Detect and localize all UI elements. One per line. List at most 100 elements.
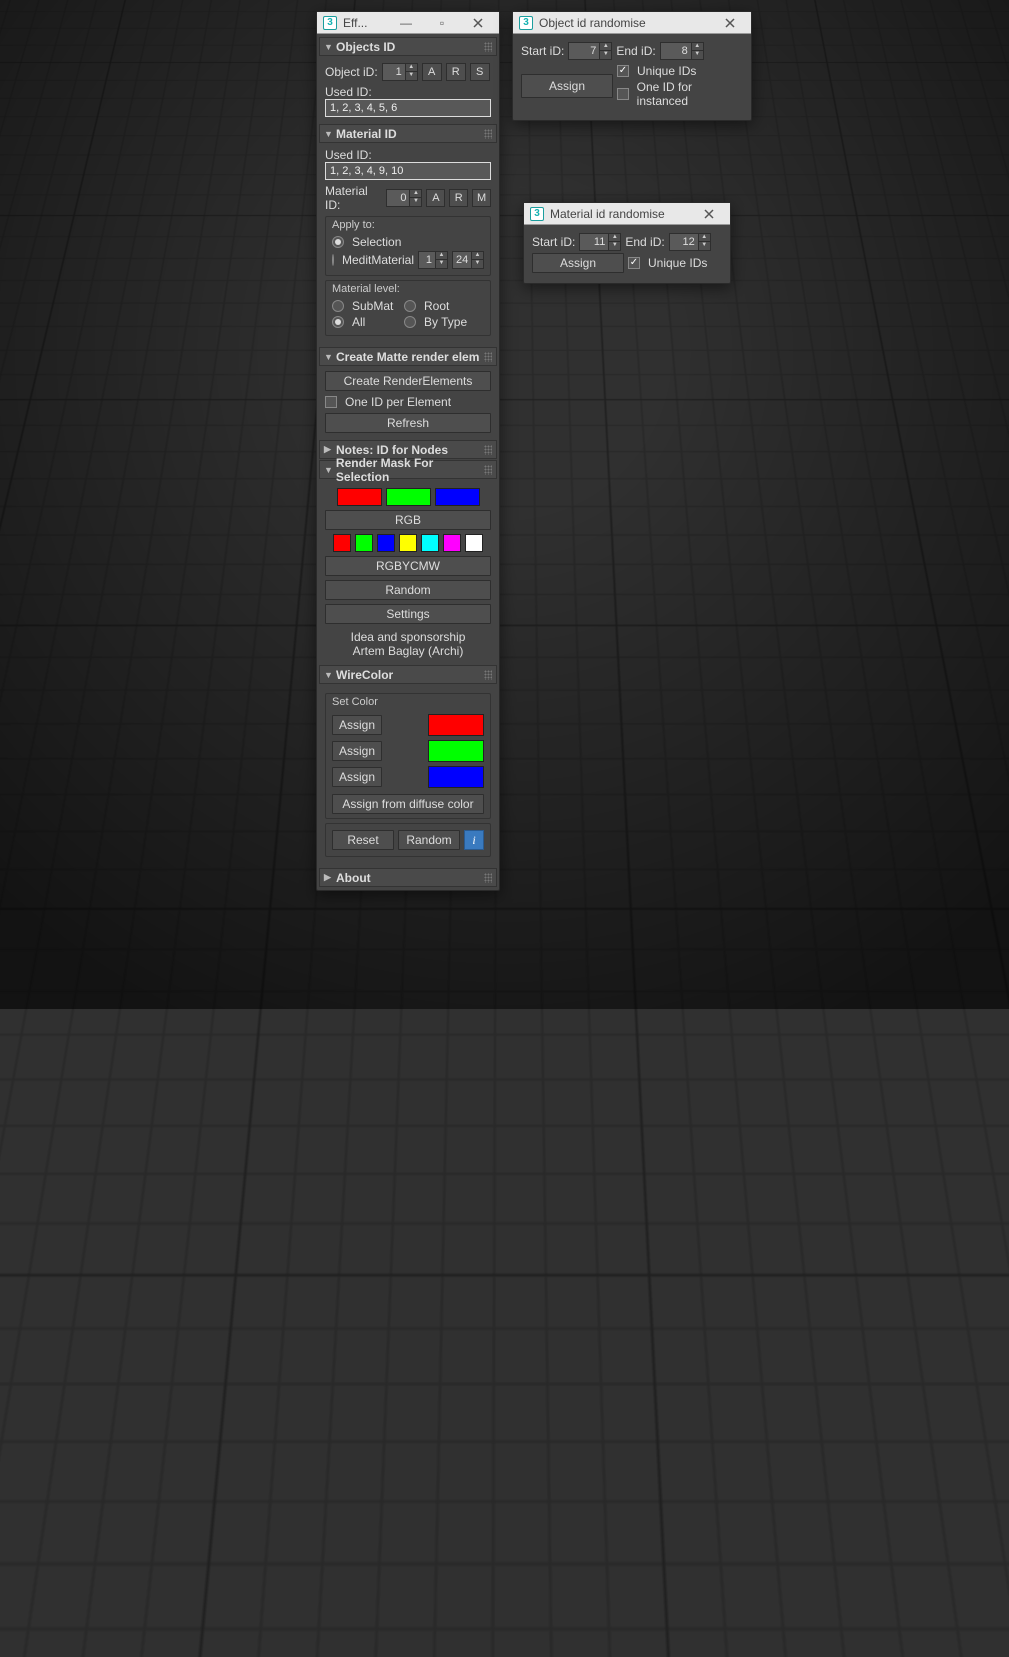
- radio-bytype[interactable]: [404, 316, 416, 328]
- mat-used-field[interactable]: 1, 2, 3, 4, 9, 10: [325, 162, 491, 180]
- caret-down-icon: ▼: [324, 670, 333, 680]
- create-elements-button[interactable]: Create RenderElements: [325, 371, 491, 391]
- grip-icon: [484, 352, 492, 362]
- mat-r-button[interactable]: R: [449, 189, 468, 207]
- rollout-wirecolor[interactable]: ▼ WireColor: [319, 665, 497, 684]
- swatch-blue[interactable]: [435, 488, 480, 506]
- radio-all[interactable]: [332, 316, 344, 328]
- end-id-label: End iD:: [625, 235, 664, 249]
- wire-swatch-green[interactable]: [428, 740, 484, 762]
- swatch-white[interactable]: [465, 534, 483, 552]
- rollout-about[interactable]: ▶ About: [319, 868, 497, 887]
- mat-a-button[interactable]: A: [426, 189, 445, 207]
- swatch-red[interactable]: [333, 534, 351, 552]
- rgb-button[interactable]: RGB: [325, 510, 491, 530]
- object-randomise-window: 3 Object id randomise Start iD: 7 ▲▼ End…: [512, 11, 752, 121]
- start-id-spinner[interactable]: 7 ▲▼: [568, 42, 612, 60]
- unique-ids-checkbox[interactable]: [628, 257, 640, 269]
- start-id-label: Start iD:: [532, 235, 575, 249]
- mask-random-button[interactable]: Random: [325, 580, 491, 600]
- end-id-spinner[interactable]: 12 ▲▼: [669, 233, 711, 251]
- app-icon: 3: [530, 207, 544, 221]
- grip-icon: [484, 465, 492, 475]
- close-icon: [704, 209, 714, 219]
- sponsor-line2: Artem Baglay (Archi): [325, 644, 491, 658]
- sponsor-line1: Idea and sponsorship: [325, 630, 491, 644]
- radio-root[interactable]: [404, 300, 416, 312]
- info-button[interactable]: i: [464, 830, 484, 850]
- wire-random-button[interactable]: Random: [398, 830, 460, 850]
- close-button[interactable]: [463, 14, 493, 32]
- minimize-button[interactable]: —: [391, 14, 421, 32]
- rollout-matte[interactable]: ▼ Create Matte render elem: [319, 347, 497, 366]
- wire-swatch-blue[interactable]: [428, 766, 484, 788]
- radio-submat[interactable]: [332, 300, 344, 312]
- titlebar[interactable]: 3 Material id randomise: [524, 203, 730, 225]
- maximize-button[interactable]: ▫: [427, 14, 457, 32]
- one-id-checkbox[interactable]: [325, 396, 337, 408]
- assign-button[interactable]: Assign: [521, 74, 613, 98]
- one-id-instanced-checkbox[interactable]: [617, 88, 629, 100]
- wire-swatch-red[interactable]: [428, 714, 484, 736]
- assign-button[interactable]: Assign: [532, 253, 624, 273]
- wire-reset-button[interactable]: Reset: [332, 830, 394, 850]
- refresh-button[interactable]: Refresh: [325, 413, 491, 433]
- window-title: Eff...: [343, 16, 385, 30]
- rollout-title: Objects ID: [336, 40, 395, 54]
- titlebar[interactable]: 3 Object id randomise: [513, 12, 751, 34]
- swatch-blue[interactable]: [377, 534, 395, 552]
- rollout-title: About: [336, 871, 371, 885]
- caret-down-icon: ▼: [324, 42, 333, 52]
- medit-from-spinner[interactable]: 1 ▲▼: [418, 251, 448, 269]
- wire-assign-1[interactable]: Assign: [332, 715, 382, 735]
- titlebar[interactable]: 3 Eff... — ▫: [317, 12, 499, 34]
- assign-a-button[interactable]: A: [422, 63, 442, 81]
- rollout-title: Notes: ID for Nodes: [336, 443, 448, 457]
- wire-assign-2[interactable]: Assign: [332, 741, 382, 761]
- rgb-swatches: [325, 488, 491, 506]
- used-id-field[interactable]: 1, 2, 3, 4, 5, 6: [325, 99, 491, 117]
- rgbycmw-swatches: [325, 534, 491, 552]
- close-icon: [725, 18, 735, 28]
- swatch-red[interactable]: [337, 488, 382, 506]
- random-r-button[interactable]: R: [446, 63, 466, 81]
- swatch-cyan[interactable]: [421, 534, 439, 552]
- wire-assign-3[interactable]: Assign: [332, 767, 382, 787]
- swatch-magenta[interactable]: [443, 534, 461, 552]
- grip-icon: [484, 873, 492, 883]
- radio-medit[interactable]: [332, 254, 334, 266]
- mask-settings-button[interactable]: Settings: [325, 604, 491, 624]
- medit-to-spinner[interactable]: 24 ▲▼: [452, 251, 484, 269]
- mat-level-label: Material level:: [332, 283, 484, 295]
- rollout-objects-id[interactable]: ▼ Objects ID: [319, 37, 497, 56]
- close-button[interactable]: [715, 14, 745, 32]
- radio-selection[interactable]: [332, 236, 344, 248]
- swatch-yellow[interactable]: [399, 534, 417, 552]
- used-id-label: Used ID:: [325, 85, 491, 99]
- swatch-green[interactable]: [355, 534, 373, 552]
- grip-icon: [484, 129, 492, 139]
- select-s-button[interactable]: S: [470, 63, 490, 81]
- material-id-spinner[interactable]: 0 ▲▼: [386, 189, 422, 207]
- rgbycmw-button[interactable]: RGBYCMW: [325, 556, 491, 576]
- mat-m-button[interactable]: M: [472, 189, 491, 207]
- start-id-spinner[interactable]: 11 ▲▼: [579, 233, 621, 251]
- start-id-label: Start iD:: [521, 44, 564, 58]
- app-icon: 3: [323, 16, 337, 30]
- assign-diffuse-button[interactable]: Assign from diffuse color: [332, 794, 484, 814]
- caret-right-icon: ▶: [324, 872, 333, 883]
- close-icon: [473, 18, 483, 28]
- rollout-mask[interactable]: ▼ Render Mask For Selection: [319, 460, 497, 479]
- close-button[interactable]: [694, 205, 724, 223]
- app-icon: 3: [519, 16, 533, 30]
- unique-ids-checkbox[interactable]: [617, 65, 629, 77]
- object-id-spinner[interactable]: 1 ▲▼: [382, 63, 418, 81]
- rollout-title: Create Matte render elem: [336, 350, 479, 364]
- material-id-label: Material ID:: [325, 184, 382, 212]
- grip-icon: [484, 670, 492, 680]
- caret-down-icon: ▼: [324, 465, 333, 475]
- rollout-material-id[interactable]: ▼ Material ID: [319, 124, 497, 143]
- rollout-title: Render Mask For Selection: [336, 456, 484, 484]
- swatch-green[interactable]: [386, 488, 431, 506]
- end-id-spinner[interactable]: 8 ▲▼: [660, 42, 704, 60]
